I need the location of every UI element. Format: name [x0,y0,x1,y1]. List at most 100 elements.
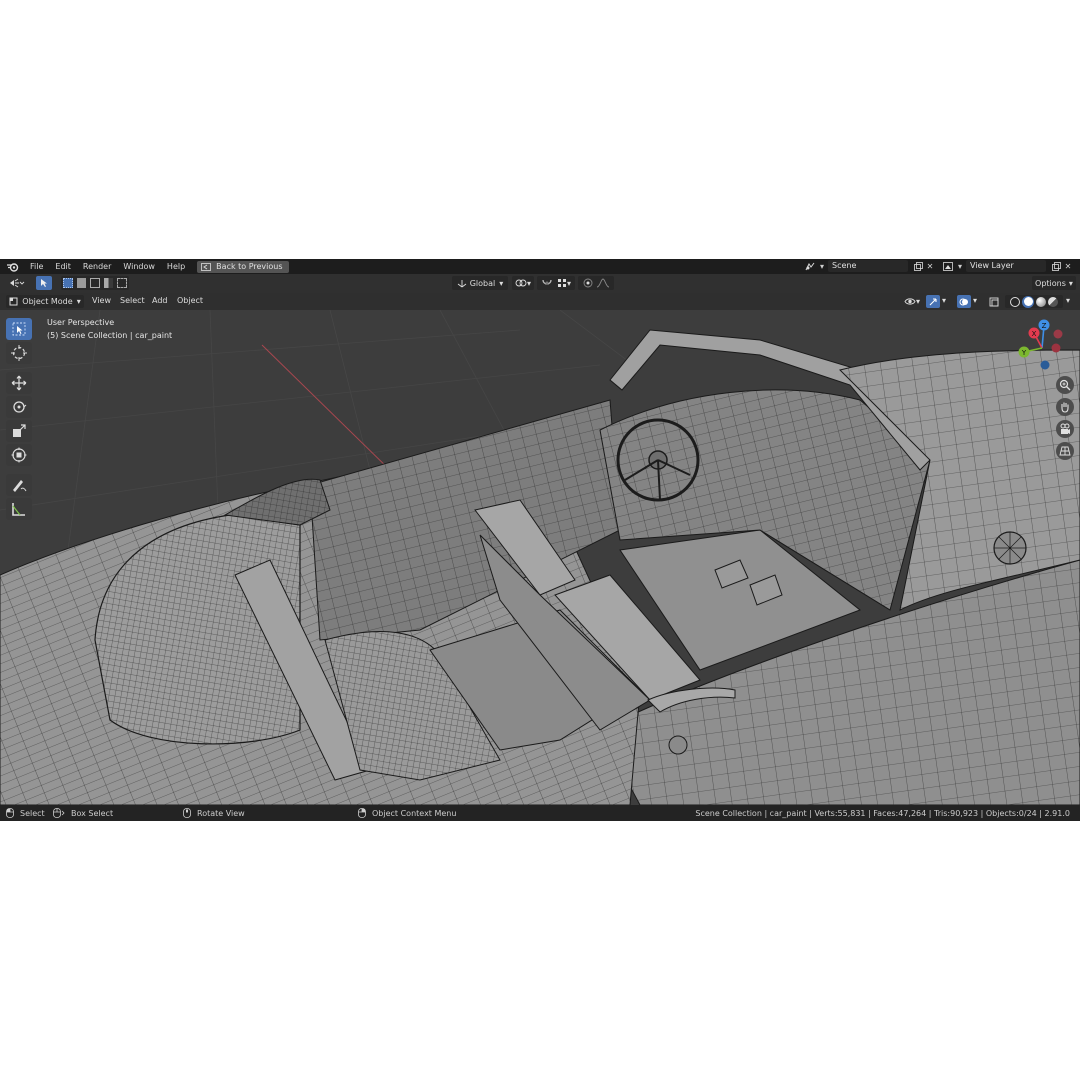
collection-info-label: (5) Scene Collection | car_paint [47,331,173,340]
menu-help[interactable]: Help [161,259,191,274]
visibility-dropdown[interactable]: ▾ [901,295,923,308]
scene-statistics: Scene Collection | car_paint | Verts:55,… [695,808,1070,818]
status-rotate-hint: Rotate View [183,805,245,821]
select-extend-icon[interactable] [76,278,87,288]
camera-icon [1060,423,1070,434]
editor-type-button[interactable] [5,276,29,290]
view-layer-selector[interactable]: ▾ View Layer ✕ [942,260,1074,272]
zoom-button[interactable] [1056,376,1074,394]
scene-name-field[interactable]: Scene [828,260,908,272]
snap-magnet-icon[interactable] [541,278,553,288]
viewport-menu-object[interactable]: Object [177,294,203,308]
select-tool-button[interactable] [36,276,52,290]
selection-mode-group [61,276,129,290]
wireframe-shading-icon[interactable] [1010,296,1020,307]
snap-increment-icon[interactable] [557,278,567,288]
select-intersect-icon[interactable] [117,278,127,288]
gizmo-y-label: Y [1021,349,1027,357]
select-box-icon [12,322,26,336]
move-arrows-icon [11,375,27,391]
solid-shading-icon[interactable] [1022,295,1034,308]
navigation-gizmo[interactable]: Z X Y [1012,318,1080,378]
close-scene-icon[interactable]: ✕ [924,260,936,272]
options-dropdown[interactable]: Options ▾ [1032,276,1076,290]
camera-view-button[interactable] [1056,420,1074,438]
viewport-menu-add[interactable]: Add [152,294,168,308]
material-preview-icon[interactable] [1036,296,1046,307]
mode-dropdown[interactable]: Object Mode ▾ [6,295,84,308]
gizmo-icon [929,297,937,305]
status-context-menu-label: Object Context Menu [372,808,457,818]
tool-scale[interactable] [6,420,32,442]
overlays-icon [959,298,968,305]
pivot-link-icon [515,279,527,287]
viewport-menu-view[interactable]: View [92,294,111,308]
transform-orientation-label: Global [469,278,496,288]
chevron-down-icon: ▾ [76,297,81,306]
cursor-arrow-icon [41,279,47,287]
back-to-previous-label: Back to Previous [216,262,283,271]
select-new-icon[interactable] [63,278,73,288]
mouse-left-icon [6,808,14,818]
menu-file[interactable]: File [24,259,49,274]
rotate-icon [13,401,27,413]
object-mode-icon [9,297,18,306]
tool-rotate[interactable] [6,396,32,418]
pivot-point-dropdown[interactable]: ▾ [512,276,534,290]
annotate-pencil-icon [13,480,27,492]
status-select-label: Select [20,808,45,818]
ortho-toggle-button[interactable] [1056,442,1074,460]
tool-move[interactable] [6,372,32,394]
tool-measure[interactable] [6,498,32,520]
chevron-down-icon[interactable]: ▾ [973,294,977,308]
falloff-curve-icon[interactable] [596,278,610,288]
gizmo-z-label: Z [1042,322,1047,330]
transform-orientation-dropdown[interactable]: Global ▾ [452,276,508,290]
select-subtract-icon[interactable] [90,278,100,288]
scene-render[interactable] [0,310,1080,805]
tool-transform[interactable] [6,444,32,466]
xray-toggle-button[interactable] [987,295,1001,308]
scale-icon [13,424,26,437]
tool-header: Global ▾ ▾ ▾ Options ▾ [0,274,1080,293]
status-bar: Select Box Select Rotate View Object Con… [0,805,1080,821]
menu-edit[interactable]: Edit [49,259,77,274]
zoom-magnifier-icon [1059,379,1071,391]
status-select-hint: Select [6,805,45,821]
mode-label: Object Mode [22,297,73,306]
perspective-label: User Perspective [47,318,115,327]
3d-viewport[interactable]: User Perspective (5) Scene Collection | … [0,310,1080,805]
status-context-menu-hint: Object Context Menu [358,805,456,821]
tool-cursor[interactable] [6,342,32,364]
menu-render[interactable]: Render [77,259,117,274]
pan-hand-icon [1061,402,1069,413]
viewport-header: Object Mode ▾ View Select Add Object ▾ ▾… [0,293,1080,310]
select-invert-icon[interactable] [103,278,114,288]
viewport-menu-select[interactable]: Select [120,294,145,308]
scene-icon [804,260,816,272]
view-layer-name-field[interactable]: View Layer [966,260,1046,272]
copy-view-layer-icon[interactable] [1050,260,1062,272]
scene-selector[interactable]: ▾ Scene ✕ [804,260,936,272]
overlays-toggle-button[interactable] [957,295,971,308]
rendered-shading-icon[interactable] [1048,296,1058,307]
chevron-down-icon: ▾ [957,261,962,271]
chevron-down-icon[interactable]: ▾ [1066,294,1070,308]
blender-logo-icon[interactable] [6,262,20,272]
car-model[interactable] [0,329,1080,805]
chevron-down-icon[interactable]: ▾ [942,294,946,308]
xray-icon [989,297,999,306]
back-to-previous-button[interactable]: Back to Previous [197,260,289,273]
viewport-editor-icon [10,278,25,288]
tool-select-box[interactable] [6,318,32,340]
cursor-crosshair-icon [11,345,27,361]
menu-window[interactable]: Window [117,259,161,274]
copy-scene-icon[interactable] [912,260,924,272]
chevron-down-icon: ▾ [819,261,824,271]
close-view-layer-icon[interactable]: ✕ [1062,260,1074,272]
proportional-edit-icon[interactable] [583,278,593,288]
tool-annotate[interactable] [6,474,32,496]
gizmo-toggle-button[interactable] [926,295,940,308]
pan-button[interactable] [1056,398,1074,416]
status-box-select-label: Box Select [71,808,114,818]
